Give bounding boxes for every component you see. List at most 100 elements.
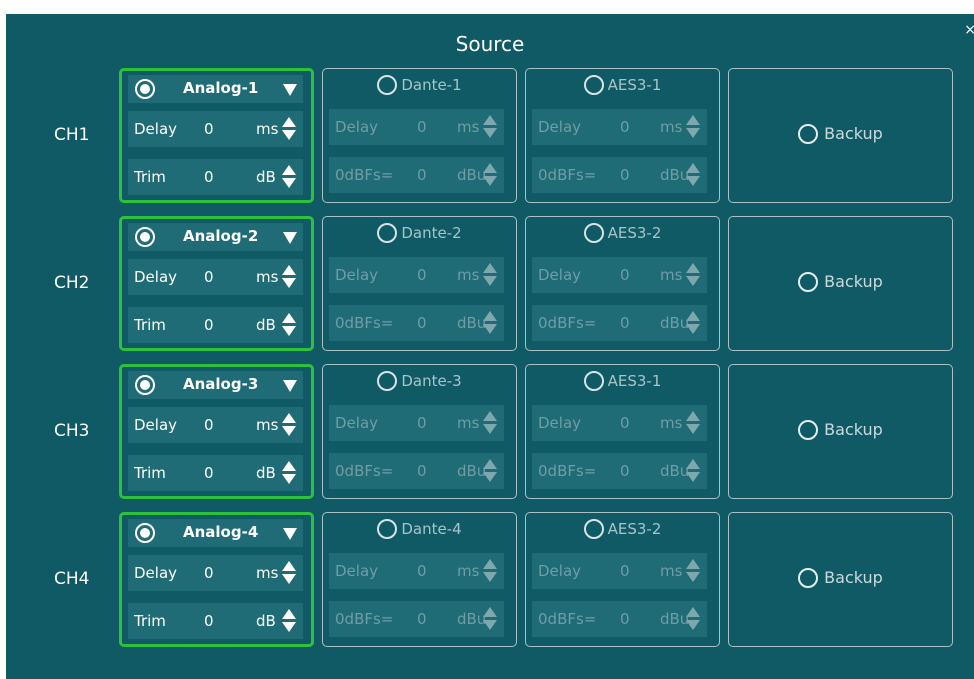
aes3-source-panel: AES3-2 Delay 0 ms 0dBFs= 0 dBu: [525, 216, 720, 351]
trim-unit: dB: [256, 168, 276, 186]
delay-value[interactable]: 0: [204, 564, 214, 582]
trim-field[interactable]: Trim 0 dB: [128, 307, 303, 343]
radio-icon[interactable]: [377, 223, 398, 243]
delay-field[interactable]: Delay 0 ms: [128, 555, 303, 591]
delay-field: Delay 0 ms: [329, 553, 504, 589]
backup-label: Backup: [824, 568, 883, 587]
source-select[interactable]: AES3-1: [526, 371, 719, 391]
delay-value[interactable]: 0: [204, 416, 214, 434]
delay-label: Delay: [335, 118, 379, 136]
spinner-icon[interactable]: [282, 461, 296, 485]
delay-unit: ms: [457, 414, 480, 432]
delay-field[interactable]: Delay 0 ms: [128, 111, 303, 147]
delay-unit: ms: [660, 118, 683, 136]
backup-option[interactable]: Backup: [729, 567, 952, 588]
source-select[interactable]: AES3-2: [526, 519, 719, 539]
trim-value[interactable]: 0: [204, 464, 214, 482]
trim-label: Trim: [134, 612, 166, 630]
analog-input-select[interactable]: Analog-3: [128, 371, 303, 399]
source-dialog: Source × CH1 Analog-1 Delay 0 ms Trim 0 …: [6, 14, 974, 679]
channel-label: CH3: [54, 421, 90, 441]
dropdown-arrow-icon[interactable]: [283, 528, 297, 540]
reference-level-field: 0dBFs= 0 dBu: [329, 601, 504, 637]
dropdown-arrow-icon[interactable]: [283, 232, 297, 244]
spinner-icon[interactable]: [282, 313, 296, 337]
radio-icon[interactable]: [135, 523, 155, 543]
analog-input-select[interactable]: Analog-2: [128, 223, 303, 251]
reference-level-value: 0: [417, 314, 427, 332]
radio-icon[interactable]: [377, 371, 398, 391]
trim-field[interactable]: Trim 0 dB: [128, 455, 303, 491]
spinner-icon[interactable]: [282, 609, 296, 633]
radio-icon[interactable]: [798, 419, 819, 440]
trim-field[interactable]: Trim 0 dB: [128, 159, 303, 195]
radio-icon[interactable]: [583, 519, 604, 539]
delay-unit: ms: [256, 120, 279, 138]
delay-field: Delay 0 ms: [329, 109, 504, 145]
radio-icon[interactable]: [135, 375, 155, 395]
spinner-icon[interactable]: [282, 117, 296, 141]
dropdown-arrow-icon[interactable]: [283, 84, 297, 96]
reference-level-field: 0dBFs= 0 dBu: [329, 157, 504, 193]
spinner-icon[interactable]: [282, 265, 296, 289]
reference-level-label: 0dBFs=: [335, 462, 394, 480]
channel-label: CH4: [54, 569, 90, 589]
trim-value[interactable]: 0: [204, 168, 214, 186]
backup-option[interactable]: Backup: [729, 271, 952, 292]
spinner-icon[interactable]: [282, 165, 296, 189]
delay-unit: ms: [457, 562, 480, 580]
source-select[interactable]: Dante-2: [323, 223, 516, 243]
source-select[interactable]: Dante-1: [323, 75, 516, 95]
backup-label: Backup: [824, 420, 883, 439]
close-icon[interactable]: ×: [964, 22, 974, 38]
reference-level-unit: dBu: [660, 314, 690, 332]
source-select[interactable]: AES3-1: [526, 75, 719, 95]
radio-icon[interactable]: [135, 227, 155, 247]
spinner-icon[interactable]: [282, 413, 296, 437]
radio-icon[interactable]: [798, 271, 819, 292]
spinner-icon[interactable]: [282, 561, 296, 585]
reference-level-label: 0dBFs=: [538, 610, 597, 628]
trim-value[interactable]: 0: [204, 612, 214, 630]
delay-label: Delay: [538, 414, 582, 432]
aes3-source-panel: AES3-2 Delay 0 ms 0dBFs= 0 dBu: [525, 512, 720, 647]
delay-field[interactable]: Delay 0 ms: [128, 259, 303, 295]
source-select[interactable]: AES3-2: [526, 223, 719, 243]
reference-level-label: 0dBFs=: [335, 610, 394, 628]
reference-level-unit: dBu: [660, 462, 690, 480]
backup-option[interactable]: Backup: [729, 419, 952, 440]
spinner-icon: [483, 459, 497, 483]
analog-input-select[interactable]: Analog-1: [128, 75, 303, 103]
reference-level-value: 0: [620, 462, 630, 480]
radio-icon[interactable]: [377, 75, 398, 95]
radio-icon[interactable]: [583, 223, 604, 243]
radio-icon[interactable]: [583, 75, 604, 95]
dropdown-arrow-icon[interactable]: [283, 380, 297, 392]
spinner-icon: [483, 607, 497, 631]
backup-source-panel: Backup: [728, 364, 953, 499]
spinner-icon: [483, 115, 497, 139]
source-label: Dante-3: [401, 372, 462, 390]
backup-option[interactable]: Backup: [729, 123, 952, 144]
delay-value[interactable]: 0: [204, 120, 214, 138]
trim-field[interactable]: Trim 0 dB: [128, 603, 303, 639]
source-select[interactable]: Dante-4: [323, 519, 516, 539]
radio-icon[interactable]: [798, 123, 819, 144]
analog-input-select[interactable]: Analog-4: [128, 519, 303, 547]
analog-source-panel: Analog-2 Delay 0 ms Trim 0 dB: [119, 216, 314, 351]
radio-icon[interactable]: [583, 371, 604, 391]
spinner-icon: [686, 163, 700, 187]
source-select[interactable]: Dante-3: [323, 371, 516, 391]
trim-value[interactable]: 0: [204, 316, 214, 334]
delay-field[interactable]: Delay 0 ms: [128, 407, 303, 443]
delay-value: 0: [620, 118, 630, 136]
reference-level-label: 0dBFs=: [538, 314, 597, 332]
reference-level-unit: dBu: [457, 166, 487, 184]
radio-icon[interactable]: [135, 79, 155, 99]
spinner-icon: [483, 311, 497, 335]
radio-icon[interactable]: [798, 567, 819, 588]
delay-value[interactable]: 0: [204, 268, 214, 286]
radio-icon[interactable]: [377, 519, 398, 539]
analog-source-panel: Analog-3 Delay 0 ms Trim 0 dB: [119, 364, 314, 499]
trim-label: Trim: [134, 464, 166, 482]
